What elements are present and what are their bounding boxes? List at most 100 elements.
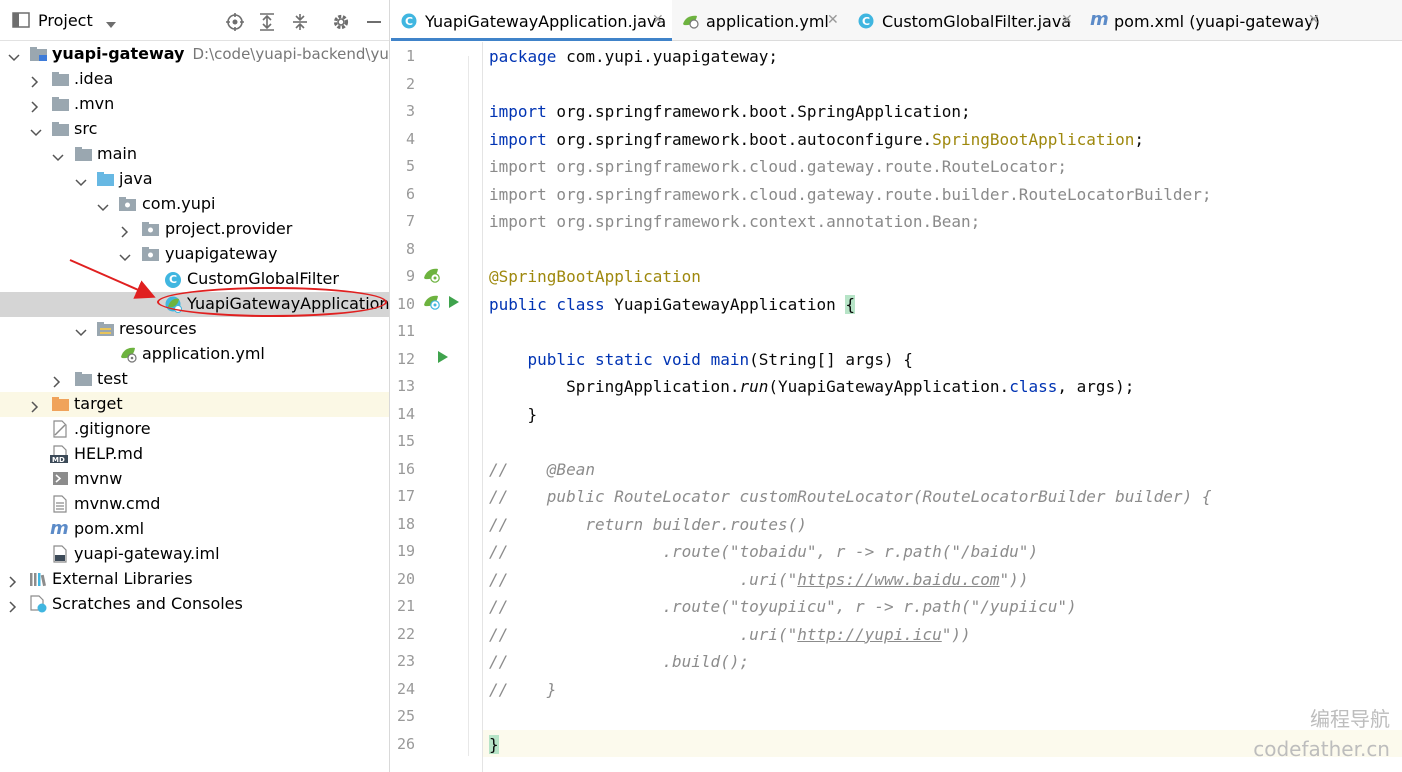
code-line[interactable]: import org.springframework.cloud.gateway… — [489, 153, 1067, 180]
tree-node-help-md[interactable]: MD HELP.md — [0, 442, 389, 467]
minimize-icon[interactable] — [365, 13, 381, 29]
line-number: 3 — [405, 102, 415, 120]
tree-node-label: .idea — [74, 69, 114, 88]
code-line[interactable]: // return builder.routes() — [489, 511, 807, 538]
chevron-right-icon[interactable] — [8, 574, 18, 588]
tree-node-yuapigateway[interactable]: yuapigateway — [0, 242, 389, 267]
tree-node-com-yupi[interactable]: com.yupi — [0, 192, 389, 217]
chevron-right-icon[interactable] — [52, 374, 62, 388]
chevron-down-icon[interactable] — [104, 16, 120, 32]
code-line[interactable]: public class YuapiGatewayApplication { — [489, 291, 856, 318]
tree-node-test[interactable]: test — [0, 367, 389, 392]
line-number: 2 — [405, 74, 415, 93]
close-icon[interactable]: ✕ — [827, 12, 839, 28]
close-icon[interactable]: ✕ — [652, 12, 664, 28]
code-line[interactable]: // } — [489, 676, 556, 703]
chevron-right-icon[interactable] — [30, 74, 40, 88]
shell-script-icon — [52, 471, 68, 487]
code-line[interactable]: } — [489, 731, 499, 758]
code-line[interactable]: // .uri("http://yupi.icu")) — [489, 621, 971, 648]
code-line[interactable]: // @Bean — [489, 456, 595, 483]
chevron-right-icon[interactable] — [120, 224, 130, 238]
code-line[interactable]: } — [489, 401, 538, 428]
close-icon[interactable]: ✕ — [1061, 12, 1073, 28]
code-line[interactable]: import org.springframework.cloud.gateway… — [489, 181, 1211, 208]
tab-pom-xml[interactable]: m pom.xml (yuapi-gateway) ✕ — [1080, 0, 1330, 40]
project-panel: Project yuapi-gateway D:\code\yuapi-backe… — [0, 0, 390, 772]
tree-node-pom-xml[interactable]: m pom.xml — [0, 517, 389, 542]
code-line[interactable]: package com.yupi.yuapigateway; — [489, 43, 778, 70]
chevron-right-icon[interactable] — [30, 399, 40, 413]
code-line[interactable]: @SpringBootApplication — [489, 263, 701, 290]
tree-node-target[interactable]: target — [0, 392, 389, 417]
code-line[interactable]: import org.springframework.boot.autoconf… — [489, 126, 1144, 153]
expand-all-icon[interactable] — [258, 13, 274, 31]
tree-node-mvn[interactable]: .mvn — [0, 92, 389, 117]
tree-node-label: test — [97, 369, 128, 388]
run-icon[interactable] — [448, 295, 460, 313]
chevron-right-icon[interactable] — [8, 599, 18, 613]
code-token: // } — [489, 679, 557, 699]
gear-icon[interactable] — [332, 13, 349, 30]
tree-node-path: D:\code\yuapi-backend\yuapi — [192, 45, 390, 63]
tab-yuapi-gateway-application[interactable]: C YuapiGatewayApplication.java ✕ — [391, 0, 672, 41]
chevron-down-icon[interactable] — [75, 174, 87, 187]
code-editor[interactable]: package com.yupi.yuapigateway; import org… — [483, 42, 1402, 772]
code-token: import org.springframework.context.annot… — [489, 212, 981, 231]
tree-node-gitignore[interactable]: .gitignore — [0, 417, 389, 442]
spring-bean-icon[interactable] — [422, 265, 442, 289]
chevron-down-icon[interactable] — [97, 199, 109, 212]
spring-bean-icon[interactable] — [422, 292, 442, 316]
tree-node-iml[interactable]: yuapi-gateway.iml — [0, 542, 389, 567]
run-icon[interactable] — [437, 350, 449, 368]
tab-custom-global-filter[interactable]: C CustomGlobalFilter.java ✕ — [848, 0, 1080, 40]
line-number: 6 — [405, 184, 415, 203]
code-token: org.springframework.boot.SpringApplicati… — [546, 102, 971, 121]
tree-node-src[interactable]: src — [0, 117, 389, 142]
code-line[interactable]: // .route("tobaidu", r -> r.path("/baidu… — [489, 538, 1038, 565]
tree-node-resources[interactable]: resources — [0, 317, 389, 342]
chevron-right-icon[interactable] — [30, 99, 40, 113]
line-number: 4 — [405, 129, 415, 148]
code-line[interactable]: import org.springframework.context.annot… — [489, 208, 980, 235]
tree-node-label: External Libraries — [52, 569, 193, 588]
tab-label: YuapiGatewayApplication.java — [425, 12, 667, 31]
chevron-down-icon[interactable] — [30, 124, 42, 137]
code-token: main — [710, 349, 750, 369]
chevron-down-icon[interactable] — [75, 324, 87, 337]
tree-node-main[interactable]: main — [0, 142, 389, 167]
tree-node-java[interactable]: java — [0, 167, 389, 192]
tree-node-label: yuapi-gateway.iml — [74, 544, 220, 563]
tree-node-project-provider[interactable]: project.provider — [0, 217, 389, 242]
tree-node-idea[interactable]: .idea — [0, 67, 389, 92]
tree-node-scratches[interactable]: Scratches and Consoles — [0, 592, 389, 617]
module-folder-icon — [30, 46, 47, 62]
text-file-icon — [52, 495, 68, 513]
code-line[interactable]: import org.springframework.boot.SpringAp… — [489, 98, 971, 125]
tree-node-mvnw[interactable]: mvnw — [0, 467, 389, 492]
collapse-all-icon[interactable] — [291, 13, 307, 30]
watermark-line-2: codefather.cn — [1253, 737, 1390, 761]
code-line[interactable]: // public RouteLocator customRouteLocato… — [489, 483, 1211, 510]
code-line[interactable]: // .build(); — [489, 648, 749, 675]
code-line[interactable]: // .uri("https://www.baidu.com")) — [489, 566, 1028, 593]
tree-node-mvnw-cmd[interactable]: mvnw.cmd — [0, 492, 389, 517]
tree-node-label: application.yml — [142, 344, 265, 363]
locate-file-icon[interactable] — [226, 13, 244, 31]
tab-application-yml[interactable]: application.yml ✕ — [672, 0, 848, 40]
code-token: class — [1009, 377, 1058, 396]
chevron-down-icon[interactable] — [8, 49, 20, 62]
code-line[interactable]: // .route("toyupiicu", r -> r.path("/yup… — [489, 593, 1077, 620]
line-number: 21 — [396, 597, 415, 615]
tree-node-application-yml[interactable]: application.yml — [0, 342, 389, 367]
annotation-arrow — [69, 259, 156, 299]
tree-node-yuapi-gateway[interactable]: yuapi-gateway D:\code\yuapi-backend\yuapi — [0, 42, 390, 67]
code-line[interactable]: SpringApplication.run(YuapiGatewayApplic… — [489, 373, 1134, 400]
tree-node-external-libraries[interactable]: External Libraries — [0, 567, 389, 592]
project-panel-title[interactable]: Project — [38, 11, 93, 30]
code-token: ")) — [941, 624, 971, 644]
close-icon[interactable]: ✕ — [1308, 12, 1320, 28]
chevron-down-icon[interactable] — [52, 149, 64, 162]
code-line[interactable]: public static void main(String[] args) { — [489, 346, 913, 373]
tree-node-label: HELP.md — [74, 444, 144, 463]
